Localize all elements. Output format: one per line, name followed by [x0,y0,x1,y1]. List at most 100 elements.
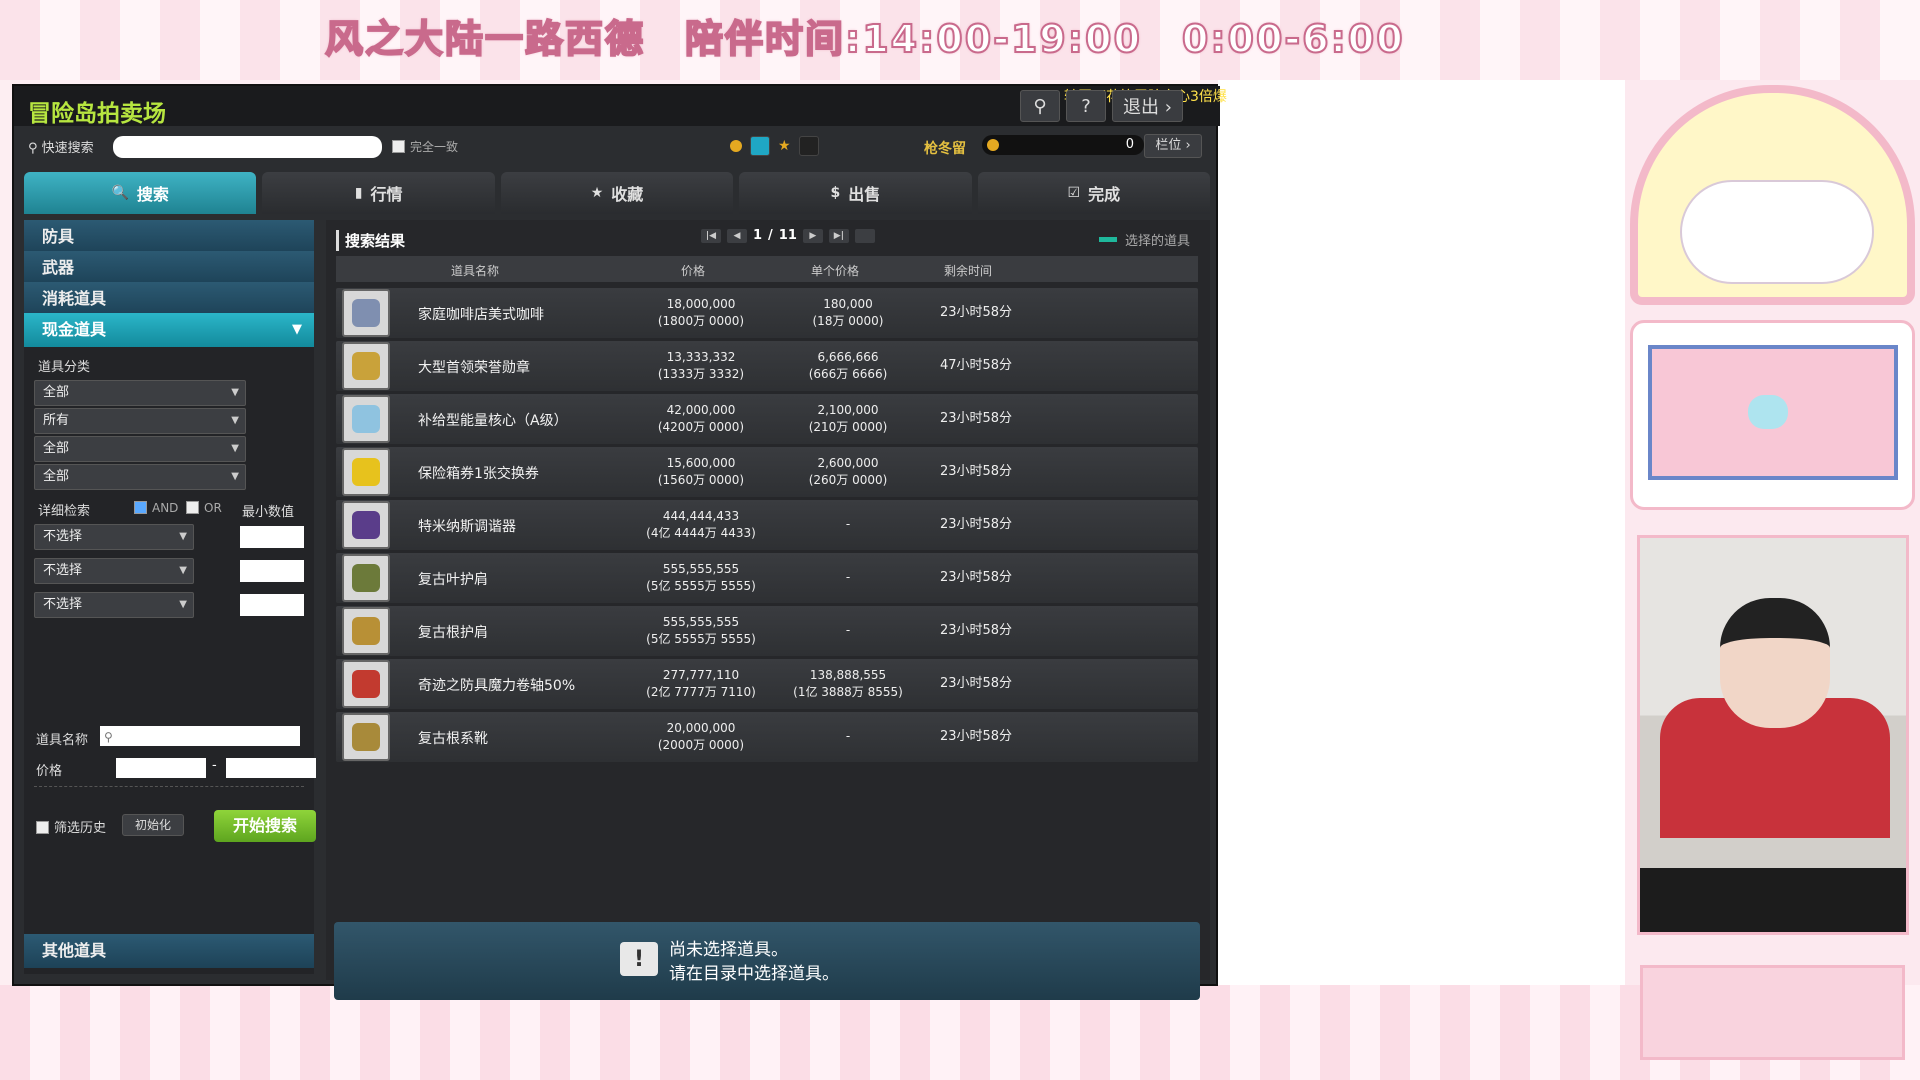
type-dropdown-2[interactable]: 所有 ▼ [34,408,246,434]
detail-select-3[interactable]: 不选择 ▼ [34,592,194,618]
auction-window: 冒险岛拍卖场 转蛋万花筒冒险之心3倍爆 ⚲ ? 退出 › ⚲ 快速搜索 完全一致… [12,84,1227,1000]
prev-page-button[interactable]: ◀ [727,228,747,243]
chevron-down-icon: ▼ [292,322,302,337]
last-page-button[interactable]: ▶| [828,228,849,243]
stream-title: 风之大陆一路西德 陪伴时间:14:00-19:00 0:00-6:00 [324,16,1405,62]
item-name: 复古根系靴 [418,731,488,747]
item-image [352,352,380,380]
exact-match-label: 完全一致 [410,140,459,154]
exit-button[interactable]: 退出 › [1112,90,1183,122]
price-max-input[interactable] [226,758,316,778]
type-dropdown-3[interactable]: 全部 ▼ [34,436,246,462]
category-other[interactable]: 其他道具 [24,934,314,968]
category-consumable[interactable]: 消耗道具 [24,282,314,316]
tab-sell[interactable]: $ 出售 [739,172,972,214]
min-value-input-1[interactable] [240,526,304,548]
table-row[interactable]: 补给型能量核心（A级） 42,000,000 (4200万 0000) 2,100,0… [336,394,1198,444]
chevron-down-icon: ▼ [179,531,187,542]
header-item-name[interactable]: 道具名称 [451,262,499,279]
select-value: 不选择 [43,529,83,544]
exact-match-checkbox[interactable] [392,140,405,153]
table-row[interactable]: 复古根系靴 20,000,000 (2000万 0000) -23小时58分 [336,712,1198,762]
history-option[interactable]: 筛选历史 [36,817,106,836]
star-icon: ★ [590,185,604,201]
table-row[interactable]: 复古叶护肩 555,555,555 (5亿 5555万 5555) -23小时58分 [336,553,1198,603]
quick-search-text: 快速搜索 [41,141,94,156]
table-row[interactable]: 特米纳斯调谐器 444,444,433 (4亿 4444万 4433) -23小时58… [336,500,1198,550]
first-page-button[interactable]: |◀ [701,228,721,243]
dollar-icon: $ [830,185,841,201]
extra-page-button[interactable] [854,228,875,243]
meso-coin-icon [987,139,999,151]
detail-select-1[interactable]: 不选择 ▼ [34,524,194,550]
page-separator: / [768,228,773,243]
history-checkbox[interactable] [36,821,49,834]
table-row[interactable]: 大型首领荣誉勋章 13,333,332 (1333万 3332) 6,666,666(… [336,341,1198,391]
start-search-button[interactable]: 开始搜索 [214,810,316,842]
header-time-left[interactable]: 剩余时间 [944,262,992,279]
item-name: 复古根护肩 [418,625,488,641]
item-icon [342,342,390,390]
or-option[interactable]: OR [186,501,222,515]
help-button[interactable]: ? [1066,90,1106,122]
coin-filter-toggle[interactable] [750,136,770,156]
chevron-down-icon: ▼ [179,565,187,576]
header-unit-price[interactable]: 单个价格 [811,262,859,279]
table-row[interactable]: 复古根护肩 555,555,555 (5亿 5555万 5555) -23小时58分 [336,606,1198,656]
item-icon [342,289,390,337]
item-icon [342,395,390,443]
page-current: 1 [753,228,763,243]
table-row[interactable]: 奇迹之防具魔力卷轴50% 277,777,110 (2亿 7777万 7110) 13… [336,659,1198,709]
decorative-strip [1640,965,1905,1060]
selection-message: 尚未选择道具。 请在目录中选择道具。 [669,938,839,986]
search-icon: 🔍 [111,185,129,201]
tab-search[interactable]: 🔍 搜索 [24,172,257,214]
heart-icon [1748,395,1788,429]
exact-match-option[interactable]: 完全一致 [392,138,458,155]
legend-swatch [1098,237,1117,242]
quick-search-label: ⚲ 快速搜索 [28,137,94,156]
table-row[interactable]: 家庭咖啡店美式咖啡 18,000,000 (1800万 0000) 180,000 (1… [336,288,1198,338]
tab-label: 搜索 [136,185,169,204]
chevron-down-icon: ▼ [179,599,187,610]
price-min-input[interactable] [116,758,206,778]
select-value: 不选择 [43,597,83,612]
item-name: 保险箱券1张交换券 [418,466,539,482]
tab-market[interactable]: ▮ 行情 [262,172,495,214]
item-icon [342,660,390,708]
tab-complete[interactable]: ☑ 完成 [977,172,1211,214]
star-filter-toggle[interactable] [798,136,819,156]
header-price[interactable]: 价格 [681,262,705,279]
page-total: 11 [778,228,797,243]
min-value-input-2[interactable] [240,560,304,582]
table-row[interactable]: 保险箱券1张交换券 15,600,000 (1560万 0000) 2,600,000… [336,447,1198,497]
profile-button[interactable]: ⚲ [1020,90,1060,122]
detail-select-2[interactable]: 不选择 ▼ [34,558,194,584]
reset-button[interactable]: 初始化 [122,814,184,836]
slot-button[interactable]: 栏位 › [1144,134,1202,158]
item-name-input[interactable]: ⚲ [100,726,300,746]
type-dropdown-1[interactable]: 全部 ▼ [34,380,246,406]
auction-title: 冒险岛拍卖场 [28,101,166,127]
or-checkbox[interactable] [186,501,199,514]
auction-header: 冒险岛拍卖场 转蛋万花筒冒险之心3倍爆 ⚲ ? 退出 › [14,86,1227,127]
item-name-label: 道具名称 [36,733,89,748]
category-armor[interactable]: 防具 [24,220,314,254]
type-dropdown-4[interactable]: 全部 ▼ [34,464,246,490]
or-label: OR [204,501,222,515]
min-value-input-3[interactable] [240,594,304,616]
and-option[interactable]: AND [134,501,178,515]
category-weapon[interactable]: 武器 [24,251,314,285]
dropdown-value: 全部 [43,385,70,400]
item-icon [342,607,390,655]
and-checkbox[interactable] [134,501,147,514]
lock-icon: ! [620,942,658,976]
quick-search-input[interactable] [113,136,382,158]
next-page-button[interactable]: ▶ [802,228,823,243]
category-cash[interactable]: 现金道具 ▼ [24,313,314,347]
item-time-left: 23小时58分 [939,729,1013,744]
dropdown-value: 所有 [43,413,70,428]
message-line-2: 请在目录中选择道具。 [669,964,839,984]
tab-favorites[interactable]: ★ 收藏 [500,172,734,214]
item-name: 复古叶护肩 [418,572,488,588]
